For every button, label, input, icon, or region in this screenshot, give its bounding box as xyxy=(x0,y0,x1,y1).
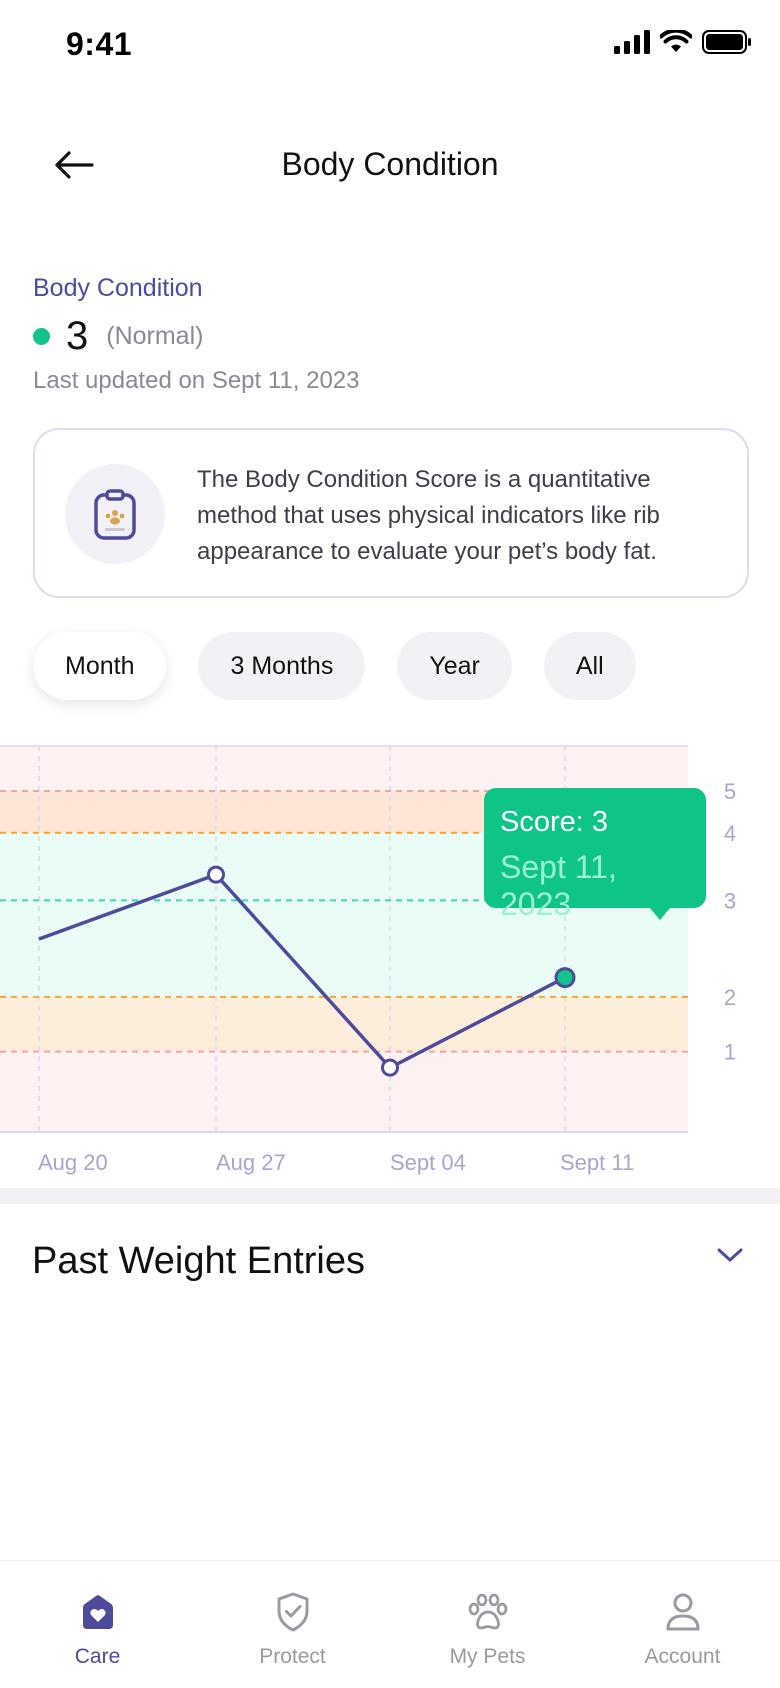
y-tick-1: 1 xyxy=(724,1040,736,1065)
tab-bar: Care Protect My Pets Account xyxy=(0,1560,780,1688)
user-icon xyxy=(660,1589,706,1635)
heart-house-icon xyxy=(75,1589,121,1635)
info-card: The Body Condition Score is a quantitati… xyxy=(33,428,749,598)
range-tabs: Month 3 Months Year All xyxy=(33,632,668,700)
y-tick-5: 5 xyxy=(724,779,736,804)
paw-icon xyxy=(465,1589,511,1635)
y-tick-4: 4 xyxy=(724,821,736,846)
body-condition-score-row: 3 (Normal) xyxy=(33,314,203,359)
last-updated-text: Last updated on Sept 11, 2023 xyxy=(33,367,360,394)
section-divider xyxy=(0,1188,780,1204)
status-bar: 9:41 xyxy=(0,0,780,92)
past-entries-expand-button[interactable] xyxy=(712,1240,748,1270)
tab-account[interactable]: Account xyxy=(585,1561,780,1688)
data-point-1[interactable] xyxy=(207,865,225,884)
range-tab-year[interactable]: Year xyxy=(397,632,512,700)
chevron-down-icon xyxy=(717,1248,743,1262)
page-title: Body Condition xyxy=(281,146,499,182)
status-time: 9:41 xyxy=(66,26,133,62)
range-tab-3-months[interactable]: 3 Months xyxy=(198,632,366,700)
tab-my-pets[interactable]: My Pets xyxy=(390,1561,585,1688)
tab-protect[interactable]: Protect xyxy=(195,1561,390,1688)
x-tick-0: Aug 20 xyxy=(38,1150,108,1175)
tab-care-label: Care xyxy=(74,1645,121,1668)
chart-y-ticks: 1 2 3 4 5 xyxy=(724,779,736,1065)
status-icons xyxy=(614,30,752,54)
status-dot xyxy=(33,328,50,345)
x-tick-1: Aug 27 xyxy=(216,1150,286,1175)
tab-care[interactable]: Care xyxy=(0,1561,195,1688)
signal-icon xyxy=(614,30,650,54)
data-point-3[interactable] xyxy=(554,967,576,989)
chart-tooltip: Score: 3 Sept 11, 2023 xyxy=(484,788,706,922)
band-thin xyxy=(0,996,688,1052)
body-condition-score: 3 xyxy=(66,314,89,358)
nav-header: Body Condition xyxy=(0,120,780,210)
past-weight-entries-title: Past Weight Entries xyxy=(32,1240,366,1282)
y-tick-2: 2 xyxy=(724,985,736,1010)
shield-check-icon xyxy=(270,1589,316,1635)
range-tab-month[interactable]: Month xyxy=(33,632,167,700)
tooltip-date: Sept 11, 2023 xyxy=(500,849,617,922)
range-tab-all[interactable]: All xyxy=(543,632,636,700)
body-condition-label: Body Condition xyxy=(33,274,203,302)
y-tick-3: 3 xyxy=(724,888,736,913)
tooltip-score: Score: 3 xyxy=(500,806,608,838)
tab-account-label: Account xyxy=(644,1645,721,1668)
clipboard-paw-icon xyxy=(94,489,136,540)
chart-x-ticks: Aug 20 Aug 27 Sept 04 Sept 11 xyxy=(38,1150,634,1175)
tab-protect-label: Protect xyxy=(259,1645,326,1668)
battery-icon xyxy=(702,30,751,54)
tab-my-pets-label: My Pets xyxy=(449,1645,526,1668)
body-condition-status: (Normal) xyxy=(106,322,204,350)
wifi-icon xyxy=(660,30,692,52)
x-tick-2: Sept 04 xyxy=(390,1150,466,1175)
data-point-2[interactable] xyxy=(381,1058,399,1077)
info-text: The Body Condition Score is a quantitati… xyxy=(197,466,660,565)
info-icon-circle xyxy=(65,464,165,564)
x-tick-3: Sept 11 xyxy=(560,1150,634,1175)
body-condition-chart: 1 2 3 4 5 Aug 20 Aug 27 Sept 04 Sept 11 Score: … xyxy=(0,740,780,1180)
